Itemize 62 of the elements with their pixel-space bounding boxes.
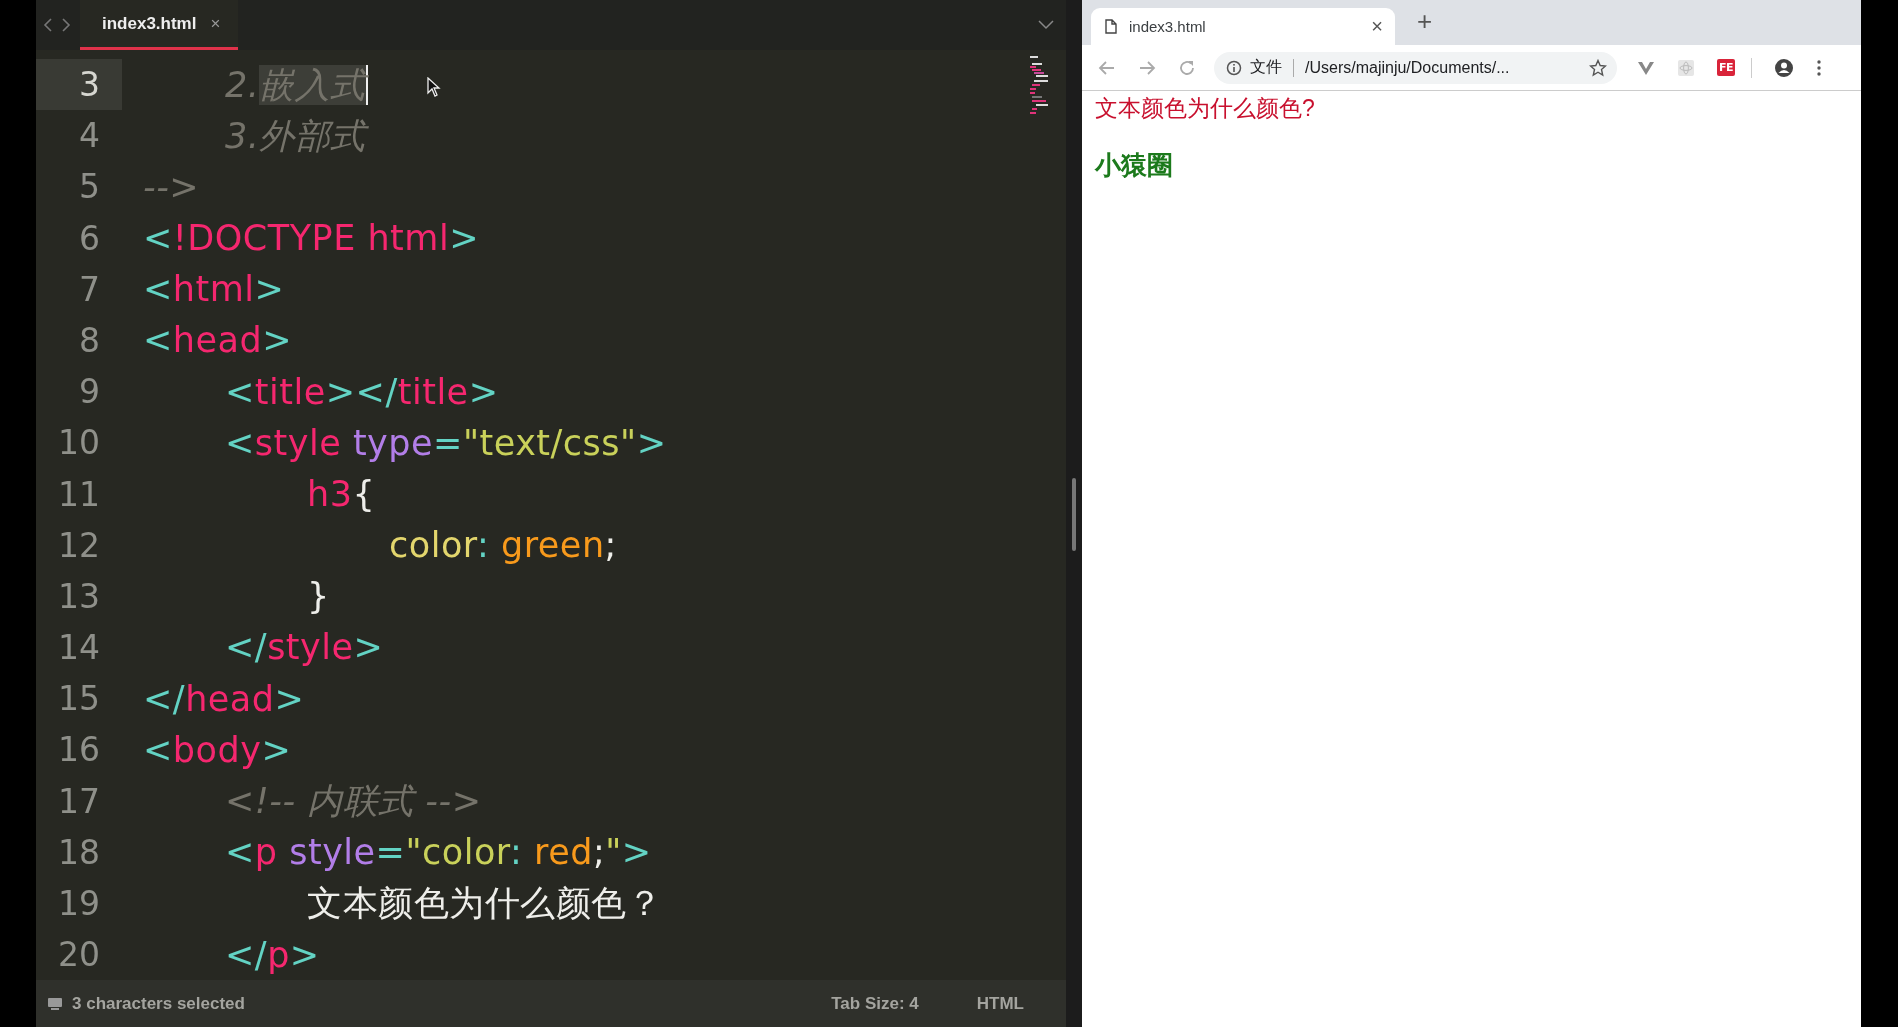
code-line: color: green; <box>389 524 617 568</box>
scrollbar-thumb[interactable] <box>1072 478 1076 551</box>
line-number: 7 <box>78 268 101 311</box>
code-line: <!-- 内联式 --> <box>225 780 482 823</box>
monitor-icon <box>48 997 62 1010</box>
selected-text: 嵌入式 <box>259 64 368 105</box>
selection-status: 3 characters selected <box>72 993 245 1014</box>
code-line: h3{ <box>307 472 376 516</box>
document-icon <box>1105 19 1117 34</box>
chevron-down-icon[interactable] <box>1038 20 1054 30</box>
page-heading: 小猿圈 <box>1095 149 1174 182</box>
line-number: 11 <box>57 473 101 516</box>
code-line: <style type="text/css"> <box>225 421 667 465</box>
more-menu-icon[interactable] <box>1816 58 1823 77</box>
address-bar[interactable]: 文件 /Users/majinju/Documents/... <box>1214 51 1617 84</box>
syntax-status[interactable]: HTML <box>976 993 1024 1014</box>
info-icon[interactable] <box>1226 59 1242 76</box>
file-tab[interactable]: index3.html × <box>80 0 239 50</box>
code-line: <title></title> <box>225 370 499 414</box>
forward-arrow-icon[interactable] <box>1138 58 1156 77</box>
line-number: 15 <box>57 678 101 721</box>
extension-badge[interactable]: FE <box>1717 59 1736 76</box>
line-number: 19 <box>57 883 101 925</box>
tab-size-status[interactable]: Tab Size: 4 <box>831 993 919 1014</box>
page-paragraph: 文本颜色为什么颜色? <box>1095 94 1316 123</box>
code-line: 文本颜色为什么颜色？ <box>307 882 662 926</box>
line-number: 20 <box>57 934 101 977</box>
line-number: 18 <box>57 831 101 874</box>
code-line: <body> <box>143 728 292 772</box>
reload-icon[interactable] <box>1178 58 1196 77</box>
line-number: 13 <box>57 575 101 618</box>
url-text: /Users/majinju/Documents/... <box>1305 58 1511 77</box>
new-tab-button[interactable]: + <box>1417 5 1433 37</box>
code-line: } <box>307 575 330 619</box>
close-icon[interactable]: × <box>1371 15 1383 38</box>
line-number: 12 <box>57 524 101 567</box>
line-number: 3 <box>36 59 122 111</box>
code-line: <!DOCTYPE html> <box>143 217 479 261</box>
line-number: 6 <box>78 217 101 260</box>
line-number: 10 <box>57 422 101 465</box>
back-arrow-icon[interactable] <box>1098 58 1116 77</box>
line-number: 4 <box>78 115 101 158</box>
code-comment: 2. <box>225 64 260 105</box>
code-line: </p> <box>225 933 320 977</box>
code-line: --> <box>143 165 200 209</box>
line-number: 14 <box>57 627 101 670</box>
star-icon[interactable] <box>1589 58 1607 77</box>
scheme-label: 文件 <box>1250 57 1282 77</box>
line-number: 8 <box>78 319 101 362</box>
code-line: </head> <box>143 677 305 721</box>
line-number: 16 <box>57 729 101 772</box>
mouse-pointer-icon <box>427 77 441 97</box>
line-number: 9 <box>78 371 101 414</box>
close-icon[interactable]: × <box>210 13 221 34</box>
account-icon[interactable] <box>1774 57 1795 78</box>
code-line: </style> <box>225 626 384 670</box>
browser-tab[interactable]: index3.html × <box>1091 8 1395 45</box>
code-line: <html> <box>143 268 285 312</box>
line-number: 5 <box>78 166 101 209</box>
code-line: <head> <box>143 319 293 363</box>
code-line: <p style="color: red;"> <box>225 831 652 875</box>
line-number: 17 <box>57 780 101 823</box>
